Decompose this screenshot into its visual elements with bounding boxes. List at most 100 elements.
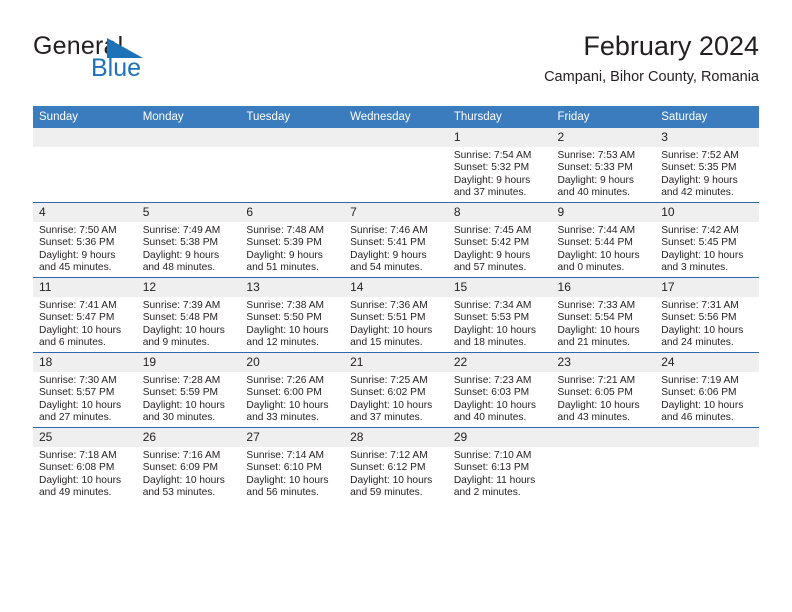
sunset-text: Sunset: 5:56 PM <box>661 312 737 324</box>
calendar-day-cell[interactable]: 18 Sunrise: 7:30 AM Sunset: 5:57 PM Dayligh… <box>33 352 137 428</box>
sunset-text: Sunset: 6:05 PM <box>557 387 633 399</box>
calendar-day-cell[interactable]: 22 Sunrise: 7:23 AM Sunset: 6:03 PM Dayligh… <box>447 352 552 428</box>
sunset-text: Sunset: 5:36 PM <box>39 237 115 249</box>
sunrise-text: Sunrise: 7:25 AM <box>350 375 428 386</box>
sunset-text: Sunset: 5:35 PM <box>661 162 737 174</box>
sunset-text: Sunset: 5:38 PM <box>142 237 219 249</box>
daylight-text: Daylight: 9 hours and 51 minutes. <box>246 249 323 274</box>
weekday-header-friday: Friday <box>551 106 656 128</box>
calendar-day-cell[interactable]: 12 Sunrise: 7:39 AM Sunset: 5:48 PM Dayligh… <box>136 277 241 353</box>
daylight-text: Daylight: 9 hours and 37 minutes. <box>453 174 531 199</box>
sunrise-text: Sunrise: 7:52 AM <box>661 150 739 161</box>
sunrise-text: Sunrise: 7:42 AM <box>661 225 739 236</box>
calendar-day-cell[interactable]: 6 Sunrise: 7:48 AM Sunset: 5:39 PM Daylight… <box>240 202 345 278</box>
calendar-day-cell[interactable]: 16 Sunrise: 7:33 AM Sunset: 5:54 PM Dayligh… <box>551 277 656 353</box>
daylight-text: Daylight: 10 hours and 33 minutes. <box>246 399 329 424</box>
sunset-text: Sunset: 5:54 PM <box>557 312 633 324</box>
calendar-day-cell[interactable]: 28 Sunrise: 7:12 AM Sunset: 6:12 PM Dayligh… <box>344 427 448 502</box>
weekday-header-saturday: Saturday <box>655 106 759 128</box>
day-number: 6 <box>240 203 345 222</box>
calendar-day-cell[interactable]: 23 Sunrise: 7:21 AM Sunset: 6:05 PM Dayligh… <box>551 352 656 428</box>
calendar-day-cell[interactable]: 29 Sunrise: 7:10 AM Sunset: 6:13 PM Dayligh… <box>447 427 552 502</box>
sunset-text: Sunset: 6:10 PM <box>246 462 322 474</box>
day-number: 12 <box>136 278 241 297</box>
daylight-text: Daylight: 10 hours and 56 minutes. <box>246 474 329 499</box>
day-sun-info: Sunrise: 7:33 AM Sunset: 5:54 PM Daylight:… <box>552 297 656 350</box>
sunrise-text: Sunrise: 7:28 AM <box>142 375 221 386</box>
calendar-day-cell[interactable]: 27 Sunrise: 7:14 AM Sunset: 6:10 PM Dayligh… <box>240 427 345 502</box>
calendar-day-cell[interactable]: 10 Sunrise: 7:42 AM Sunset: 5:45 PM Dayligh… <box>655 202 759 278</box>
calendar-day-cell[interactable]: 11 Sunrise: 7:41 AM Sunset: 5:47 PM Dayligh… <box>33 277 137 353</box>
day-sun-info: Sunrise: 7:12 AM Sunset: 6:12 PM Daylight:… <box>344 447 448 500</box>
calendar-day-cell[interactable]: 17 Sunrise: 7:31 AM Sunset: 5:56 PM Dayligh… <box>655 277 759 353</box>
daylight-text: Daylight: 10 hours and 53 minutes. <box>142 474 225 499</box>
daylight-text: Daylight: 10 hours and 6 minutes. <box>39 324 122 349</box>
sunrise-text: Sunrise: 7:31 AM <box>661 300 739 311</box>
day-number <box>136 128 241 147</box>
day-sun-info: Sunrise: 7:38 AM Sunset: 5:50 PM Daylight:… <box>240 297 344 350</box>
calendar-day-cell[interactable]: 4 Sunrise: 7:50 AM Sunset: 5:36 PM Daylight… <box>33 202 137 278</box>
day-number: 20 <box>240 353 345 372</box>
calendar-day-cell[interactable]: 1 Sunrise: 7:54 AM Sunset: 5:32 PM Daylight… <box>447 128 552 203</box>
day-sun-info: Sunrise: 7:31 AM Sunset: 5:56 PM Daylight:… <box>655 297 759 350</box>
day-number: 24 <box>655 353 759 372</box>
calendar-day-cell-empty <box>136 128 241 203</box>
calendar-day-cell[interactable]: 26 Sunrise: 7:16 AM Sunset: 6:09 PM Dayligh… <box>136 427 241 502</box>
sunrise-text: Sunrise: 7:49 AM <box>142 225 221 236</box>
weekday-header-tuesday: Tuesday <box>240 106 345 128</box>
title-block: February 2024 Campani, Bihor County, Rom… <box>544 30 759 86</box>
daylight-text: Daylight: 10 hours and 59 minutes. <box>350 474 433 499</box>
calendar-day-cell-empty <box>33 128 137 203</box>
calendar-body: 1 Sunrise: 7:54 AM Sunset: 5:32 PM Daylight… <box>33 128 759 502</box>
calendar-day-cell[interactable]: 21 Sunrise: 7:25 AM Sunset: 6:02 PM Dayligh… <box>344 352 448 428</box>
sunset-text: Sunset: 6:06 PM <box>661 387 737 399</box>
calendar-day-cell-empty <box>551 427 656 502</box>
calendar-day-cell[interactable]: 25 Sunrise: 7:18 AM Sunset: 6:08 PM Dayligh… <box>33 427 137 502</box>
day-sun-info: Sunrise: 7:36 AM Sunset: 5:51 PM Daylight:… <box>344 297 448 350</box>
day-sun-info: Sunrise: 7:34 AM Sunset: 5:53 PM Daylight:… <box>448 297 552 350</box>
sunrise-text: Sunrise: 7:34 AM <box>453 300 532 311</box>
day-number: 19 <box>136 353 241 372</box>
calendar-day-cell[interactable]: 20 Sunrise: 7:26 AM Sunset: 6:00 PM Dayligh… <box>240 352 345 428</box>
day-number: 11 <box>33 278 137 297</box>
calendar-day-cell[interactable]: 9 Sunrise: 7:44 AM Sunset: 5:44 PM Daylight… <box>551 202 656 278</box>
sunrise-text: Sunrise: 7:36 AM <box>350 300 428 311</box>
calendar-day-cell[interactable]: 3 Sunrise: 7:52 AM Sunset: 5:35 PM Daylight… <box>655 128 759 203</box>
day-sun-info: Sunrise: 7:39 AM Sunset: 5:48 PM Daylight:… <box>137 297 241 350</box>
calendar-day-cell[interactable]: 15 Sunrise: 7:34 AM Sunset: 5:53 PM Dayligh… <box>447 277 552 353</box>
day-sun-info: Sunrise: 7:41 AM Sunset: 5:47 PM Daylight:… <box>33 297 137 350</box>
daylight-text: Daylight: 10 hours and 12 minutes. <box>246 324 329 349</box>
day-number: 10 <box>655 203 759 222</box>
daylight-text: Daylight: 10 hours and 24 minutes. <box>661 324 744 349</box>
day-number: 16 <box>551 278 656 297</box>
calendar-day-cell[interactable]: 2 Sunrise: 7:53 AM Sunset: 5:33 PM Daylight… <box>551 128 656 203</box>
calendar-day-cell[interactable]: 5 Sunrise: 7:49 AM Sunset: 5:38 PM Daylight… <box>136 202 241 278</box>
page-title: February 2024 <box>583 31 759 61</box>
day-sun-info: Sunrise: 7:28 AM Sunset: 5:59 PM Daylight:… <box>137 372 241 425</box>
sunrise-text: Sunrise: 7:21 AM <box>557 375 636 386</box>
daylight-text: Daylight: 9 hours and 54 minutes. <box>350 249 427 274</box>
calendar-day-cell[interactable]: 19 Sunrise: 7:28 AM Sunset: 5:59 PM Dayligh… <box>136 352 241 428</box>
sunset-text: Sunset: 5:50 PM <box>246 312 322 324</box>
page-header: General Blue February 2024 Campani, Biho… <box>33 30 759 102</box>
sunset-text: Sunset: 6:13 PM <box>453 462 530 474</box>
calendar-week-row: 11 Sunrise: 7:41 AM Sunset: 5:47 PM Dayligh… <box>33 277 759 353</box>
weekday-header-monday: Monday <box>136 106 241 128</box>
daylight-text: Daylight: 9 hours and 48 minutes. <box>142 249 220 274</box>
calendar-day-cell[interactable]: 8 Sunrise: 7:45 AM Sunset: 5:42 PM Daylight… <box>447 202 552 278</box>
daylight-text: Daylight: 10 hours and 18 minutes. <box>453 324 536 349</box>
day-number: 18 <box>33 353 137 372</box>
calendar-day-cell[interactable]: 13 Sunrise: 7:38 AM Sunset: 5:50 PM Dayligh… <box>240 277 345 353</box>
calendar-day-cell[interactable]: 24 Sunrise: 7:19 AM Sunset: 6:06 PM Dayligh… <box>655 352 759 428</box>
sunrise-text: Sunrise: 7:19 AM <box>661 375 739 386</box>
day-number <box>551 428 656 447</box>
sunset-text: Sunset: 5:53 PM <box>453 312 530 324</box>
sunrise-text: Sunrise: 7:44 AM <box>557 225 636 236</box>
sunset-text: Sunset: 5:41 PM <box>350 237 426 249</box>
calendar-day-cell[interactable]: 7 Sunrise: 7:46 AM Sunset: 5:41 PM Daylight… <box>344 202 448 278</box>
sunrise-text: Sunrise: 7:26 AM <box>246 375 324 386</box>
sunrise-text: Sunrise: 7:45 AM <box>453 225 532 236</box>
calendar-day-cell[interactable]: 14 Sunrise: 7:36 AM Sunset: 5:51 PM Dayligh… <box>344 277 448 353</box>
day-sun-info: Sunrise: 7:53 AM Sunset: 5:33 PM Daylight:… <box>552 147 656 200</box>
day-sun-info: Sunrise: 7:45 AM Sunset: 5:42 PM Daylight:… <box>448 222 552 275</box>
